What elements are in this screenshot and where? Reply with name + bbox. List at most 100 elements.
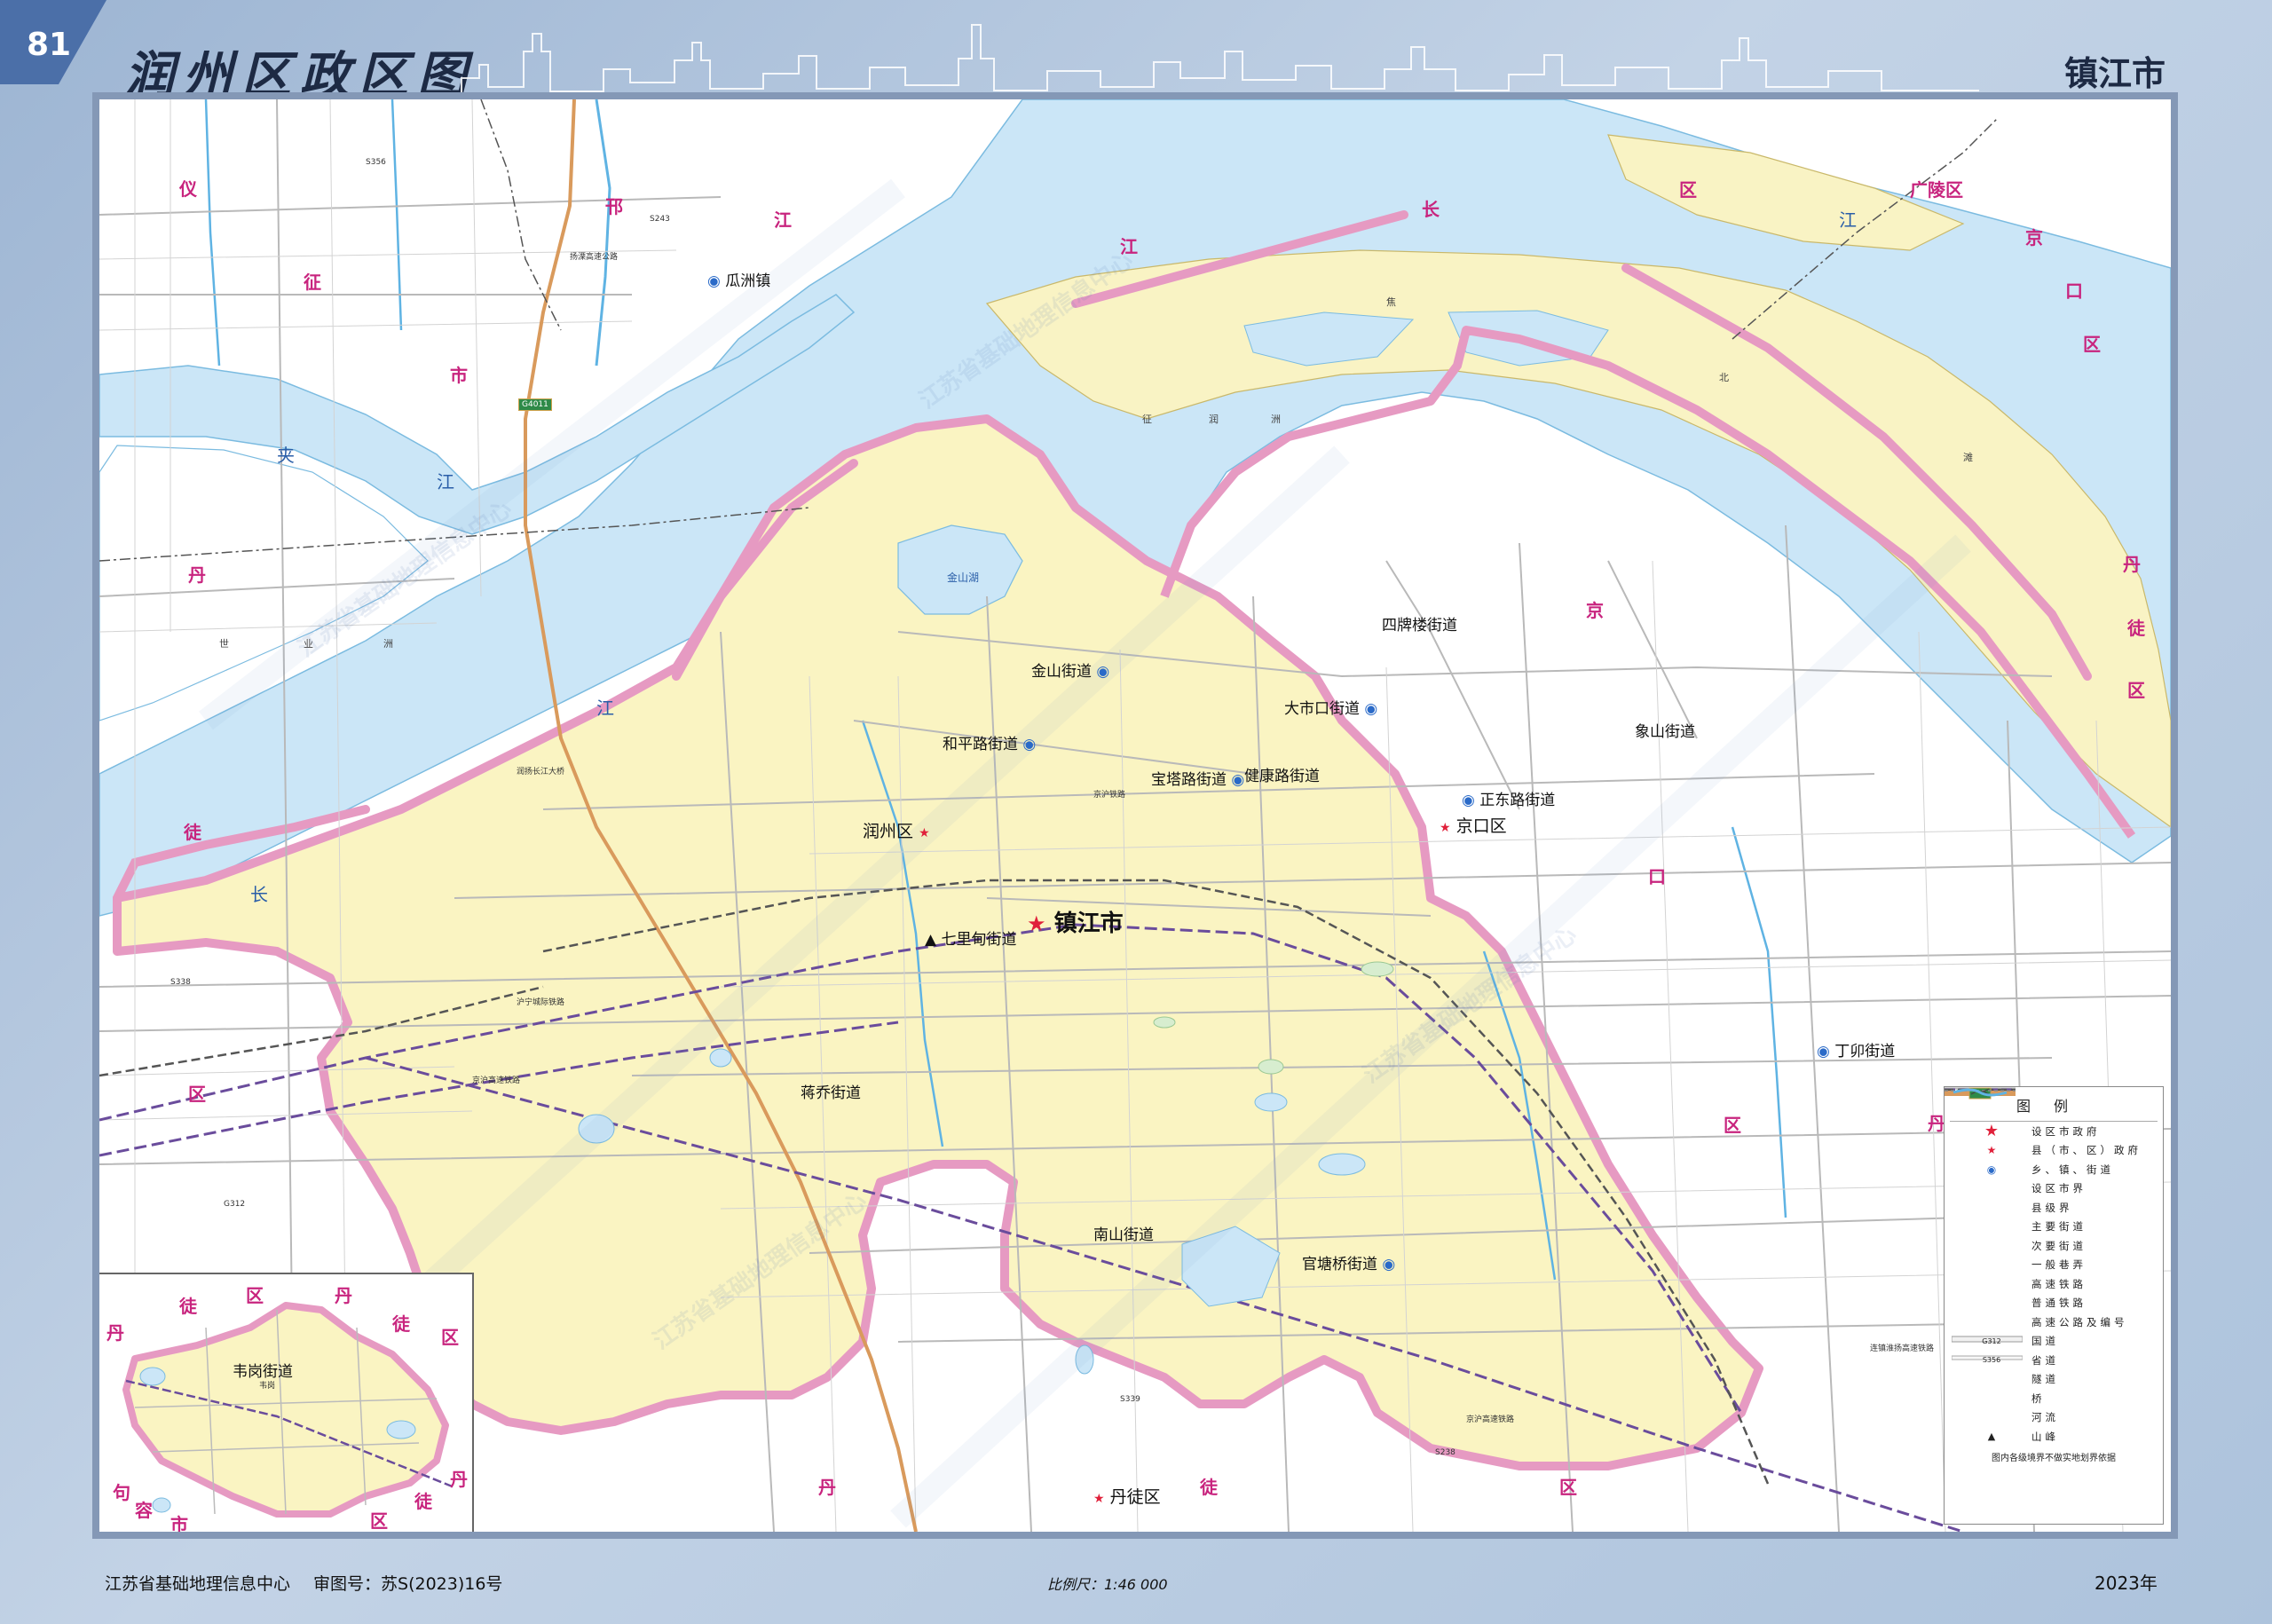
- label-jiangdu-2: 长: [1422, 199, 1440, 220]
- subdistrict-zhengdonglu[interactable]: ◉ 正东路街道: [1462, 787, 1555, 809]
- inset-label-5: 徒: [392, 1313, 410, 1335]
- label-dantu-west-1: 丹: [188, 564, 206, 586]
- expressway-shield-g4011: G4011: [518, 398, 552, 411]
- label-dantu-west-2: 徒: [184, 822, 201, 843]
- legend-row-town: ◉ 乡、镇、街道: [1945, 1160, 2163, 1179]
- tunnel-icon: [1945, 1090, 2031, 1385]
- legend-row-major-street: 主要街道: [1945, 1087, 2163, 1237]
- legend-row-city-boundary: 设区市界: [1945, 1089, 2163, 1199]
- label-dantu-west-3: 区: [188, 1084, 206, 1105]
- shoal-label-zhou2: 洲: [383, 638, 393, 650]
- road-label-jing-hu-hsr: 京沪高速铁路: [472, 1076, 521, 1085]
- label-jingkou-outer-2: 口: [2065, 280, 2083, 302]
- provincial-road-icon: S356: [1952, 1354, 2031, 1367]
- map-area[interactable]: 江 长 区 广陵区 京 口 区 仪 征 市 邗 江 丹 徒 区 京 口 区 丹 …: [92, 92, 2178, 1539]
- river-icon: [1952, 1088, 2031, 1423]
- peak-icon: ▲: [925, 931, 937, 949]
- district-seat-label[interactable]: 润州区 ★: [863, 818, 930, 842]
- subdistrict-jiangqiao[interactable]: 蒋乔街道: [801, 1080, 861, 1102]
- shoal-label-jiao: 焦: [1386, 296, 1396, 308]
- subdistrict-sipailou[interactable]: 四牌楼街道: [1382, 612, 1457, 635]
- subdistrict-dashikou[interactable]: 大市口街道 ◉: [1284, 696, 1377, 718]
- legend-row-bridge: 桥: [1945, 1088, 2163, 1408]
- page-number-badge: 81: [0, 0, 106, 84]
- water-label-jiang-2: 江: [596, 698, 614, 719]
- map-legend: 图例 ★ 设区市政府 ★ 县（市、区）政府 ◉ 乡、镇、街道 设区市界 县级界 …: [1944, 1086, 2164, 1525]
- subdistrict-baotalu[interactable]: 宝塔路街道 ◉: [1151, 767, 1244, 789]
- city-seat-label[interactable]: ★ 镇江市: [1027, 905, 1124, 938]
- footer-publisher: 江苏省基础地理信息中心 审图号：苏S(2023)16号: [105, 1574, 503, 1594]
- inset-town-weigang: 韦岗: [259, 1382, 276, 1391]
- subdistrict-qilidian[interactable]: ▲ 七里甸街道: [925, 926, 1016, 949]
- inset-label-11: 徒: [414, 1491, 432, 1512]
- inset-label-2: 区: [246, 1285, 264, 1306]
- subdistrict-jiankanglu[interactable]: 健康路街道: [1244, 763, 1320, 785]
- bridge-icon: [1952, 1088, 2031, 1405]
- legend-note: 图内各级境界不做实地划界依据: [1992, 1453, 2116, 1463]
- label-jingkou-outer-1: 京: [2025, 227, 2043, 248]
- water-label-jia: 夹: [277, 445, 295, 466]
- inset-subdistrict-weigang[interactable]: 韦岗街道: [233, 1359, 293, 1381]
- jingkou-seat-label[interactable]: ★ 京口区: [1440, 813, 1507, 837]
- subdistrict-dot-icon: ◉: [1360, 700, 1378, 718]
- subdistrict-dot-icon: ◉: [707, 272, 726, 290]
- subdistrict-dot-icon: ◉: [1227, 771, 1245, 789]
- water-label-chang: 长: [250, 884, 268, 905]
- label-yizheng-2: 征: [304, 272, 321, 293]
- road-label-s339: S339: [1120, 1395, 1140, 1404]
- subdistrict-hepinglu[interactable]: 和平路街道 ◉: [943, 731, 1036, 753]
- road-label-hu-ning-intercity: 沪宁城际铁路: [517, 998, 565, 1007]
- label-hanjiang-2: 江: [774, 209, 792, 231]
- city-label: 镇江市: [2063, 53, 2166, 93]
- shoal-label-shi: 世: [219, 638, 229, 650]
- label-dantu-east-1: 丹: [2123, 554, 2141, 575]
- subdistrict-jinshan[interactable]: 金山街道 ◉: [1031, 658, 1109, 681]
- dantu-seat-star-icon: ★: [1093, 1492, 1105, 1506]
- legend-row-tunnel: 隧道: [1945, 1090, 2163, 1390]
- subdistrict-dot-icon: ◉: [1018, 736, 1037, 753]
- minor-street-icon: [1945, 1087, 2031, 1252]
- subdistrict-dot-icon: ◉: [1462, 792, 1480, 809]
- legend-row-lane: 一般巷弄: [1945, 1088, 2163, 1275]
- subdistrict-dot-icon: ◉: [1092, 663, 1110, 681]
- railway-line-icon: [1945, 1088, 2031, 1309]
- footer-year: 2023年: [2094, 1573, 2158, 1594]
- subdistrict-xiangshan[interactable]: 象山街道: [1635, 719, 1695, 741]
- inset-label-10: 丹: [450, 1469, 468, 1490]
- subdistrict-nanshan[interactable]: 南山街道: [1093, 1222, 1154, 1244]
- label-jingkou-mid-2: 口: [1648, 866, 1666, 887]
- label-hanjiang-1: 邗: [605, 196, 623, 217]
- road-label-s338: S338: [170, 978, 191, 987]
- inset-label-3: 丹: [335, 1285, 352, 1306]
- footer-scale: 比例尺：1:46 000: [1047, 1576, 1168, 1593]
- shoal-label-tan: 滩: [1963, 452, 1973, 463]
- road-label-s243: S243: [650, 215, 670, 224]
- city-boundary-line-icon: [1945, 1089, 2031, 1194]
- legend-row-hsr: 高速铁路: [1945, 1088, 2163, 1294]
- legend-row-minor-street: 次要街道: [1945, 1087, 2163, 1256]
- road-label-lian-zhen-hsr: 连镇淮扬高速铁路: [1870, 1344, 1935, 1353]
- legend-row-expressway: 高速公路及编号: [1945, 1087, 2163, 1332]
- legend-row-railway: 普通铁路: [1945, 1088, 2163, 1313]
- water-label-jiang-3: 江: [1839, 209, 1857, 231]
- inset-label-6: 区: [441, 1327, 459, 1348]
- inset-map-weigang[interactable]: 韦岗街道 韦岗 徒 区 丹 丹 徒 区 句 容 市 丹 徒 区: [99, 1273, 474, 1532]
- page-number: 81: [27, 27, 72, 63]
- label-dantu-south-2: 徒: [1200, 1477, 1218, 1498]
- legend-row-city-govt: ★ 设区市政府: [1945, 1122, 2163, 1141]
- road-label-s356: S356: [366, 158, 386, 167]
- dantu-seat-label[interactable]: ★ 丹徒区: [1093, 1484, 1161, 1508]
- label-dantu-south-3: 区: [1559, 1477, 1577, 1498]
- label-dantu-east-3: 区: [2127, 680, 2145, 701]
- subdistrict-dingmao[interactable]: ◉ 丁卯街道: [1817, 1038, 1895, 1060]
- subdistrict-guantangqiao[interactable]: 官塘桥街道 ◉: [1302, 1251, 1395, 1273]
- subdistrict-dot-icon: ◉: [1377, 1256, 1396, 1273]
- label-dantu-east-2: 徒: [2127, 618, 2145, 639]
- road-label-g312: G312: [224, 1200, 246, 1209]
- city-seat-star-icon: ★: [1027, 911, 1046, 936]
- star-small-icon: ★: [1986, 1144, 1997, 1157]
- road-label-runyang-bridge: 润扬长江大桥: [517, 768, 565, 777]
- town-guazhou[interactable]: ◉ 瓜洲镇: [707, 268, 770, 290]
- road-label-jing-hu-rail: 京沪铁路: [1093, 791, 1126, 800]
- inset-label-4: 丹: [106, 1322, 124, 1344]
